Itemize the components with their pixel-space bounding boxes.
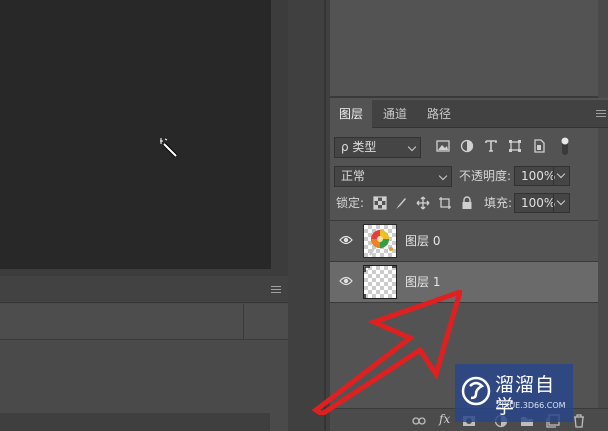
lock-position-icon[interactable] xyxy=(416,196,430,210)
lock-all-icon[interactable] xyxy=(460,196,474,210)
eye-icon[interactable] xyxy=(339,235,353,245)
opacity-input[interactable]: 100% xyxy=(514,166,570,186)
lower-left-panel-row xyxy=(0,304,288,340)
opacity-label: 不透明度: xyxy=(459,169,512,183)
selection-corners-icon xyxy=(364,266,396,298)
lollipop-image-icon xyxy=(369,230,393,256)
row-divider xyxy=(243,304,244,340)
lower-left-panel xyxy=(0,276,288,431)
fill-dropdown-button[interactable] xyxy=(553,193,570,213)
trash-icon[interactable] xyxy=(572,414,586,428)
divider-line xyxy=(324,0,326,431)
photoshop-workspace: 图层 通道 路径 ρ 类型 正常 不透明度: 100% 锁定: 填充: 100%… xyxy=(0,0,608,431)
document-canvas[interactable] xyxy=(0,0,271,269)
layers-panel-menu-icon[interactable] xyxy=(596,110,606,117)
layer-thumbnail xyxy=(363,224,397,258)
tab-active-indicator xyxy=(330,126,372,128)
image-filter-icon[interactable] xyxy=(436,139,450,153)
tab-channels[interactable]: 通道 xyxy=(374,100,416,128)
lock-image-pixels-icon[interactable] xyxy=(394,196,408,210)
tab-layers-label: 图层 xyxy=(338,107,363,121)
lower-left-panel-footer xyxy=(0,413,270,431)
layer-name: 图层 1 xyxy=(405,275,441,289)
watermark-title: 溜溜自学 xyxy=(495,374,556,418)
tab-layers[interactable]: 图层 xyxy=(330,100,372,128)
blend-mode-value: 正常 xyxy=(341,169,366,183)
eye-icon[interactable] xyxy=(339,276,353,286)
opacity-value: 100% xyxy=(521,169,556,183)
blend-mode-select[interactable]: 正常 xyxy=(334,166,452,187)
smart-object-filter-icon[interactable] xyxy=(532,139,546,153)
chevron-down-icon xyxy=(438,171,448,181)
watermark: 溜溜自学 ZIXUE.3D66.COM xyxy=(455,364,573,422)
panel-dock-divider[interactable] xyxy=(288,0,330,431)
layer-row-selected[interactable]: 图层 1 xyxy=(330,262,598,302)
chevron-down-icon xyxy=(407,142,417,152)
tab-paths-label: 路径 xyxy=(426,107,451,121)
tab-channels-label: 通道 xyxy=(382,107,407,121)
layers-scrollbar[interactable] xyxy=(598,128,608,408)
panel-menu-icon[interactable] xyxy=(271,286,281,293)
fx-button[interactable]: fx xyxy=(439,412,450,426)
layer-row[interactable]: 图层 0 xyxy=(330,221,598,261)
layers-panel-tabs: 图层 通道 路径 xyxy=(330,100,608,128)
adjustment-filter-icon[interactable] xyxy=(460,139,474,153)
upper-right-panel xyxy=(330,0,608,98)
canvas-vertical-scrollbar[interactable] xyxy=(271,0,288,276)
upper-right-scrollbar[interactable] xyxy=(598,0,608,98)
watermark-subtitle: ZIXUE.3D66.COM xyxy=(496,401,566,410)
layer-filter-value: ρ 类型 xyxy=(341,140,377,154)
type-filter-icon[interactable] xyxy=(484,139,498,153)
tab-paths[interactable]: 路径 xyxy=(418,100,460,128)
lock-transparent-pixels-icon[interactable] xyxy=(373,196,387,210)
watermark-logo-icon xyxy=(461,376,491,406)
shape-filter-icon[interactable] xyxy=(508,139,522,153)
fill-value: 100% xyxy=(521,196,556,210)
layer-thumbnail xyxy=(363,265,397,299)
lock-artboard-icon[interactable] xyxy=(438,196,452,210)
fill-input[interactable]: 100% xyxy=(514,193,570,213)
fill-label: 填充: xyxy=(484,196,513,210)
magic-wand-cursor-icon xyxy=(160,138,178,158)
lock-label: 锁定: xyxy=(336,196,365,210)
layer-divider xyxy=(330,302,598,303)
layer-filter-select[interactable]: ρ 类型 xyxy=(334,137,421,158)
lower-left-panel-header xyxy=(0,276,288,303)
canvas-horizontal-scrollbar[interactable] xyxy=(0,269,288,276)
layer-name: 图层 0 xyxy=(405,234,441,248)
filter-toggle-icon[interactable] xyxy=(560,137,570,155)
opacity-dropdown-button[interactable] xyxy=(553,166,570,186)
link-layers-icon[interactable] xyxy=(412,414,426,428)
